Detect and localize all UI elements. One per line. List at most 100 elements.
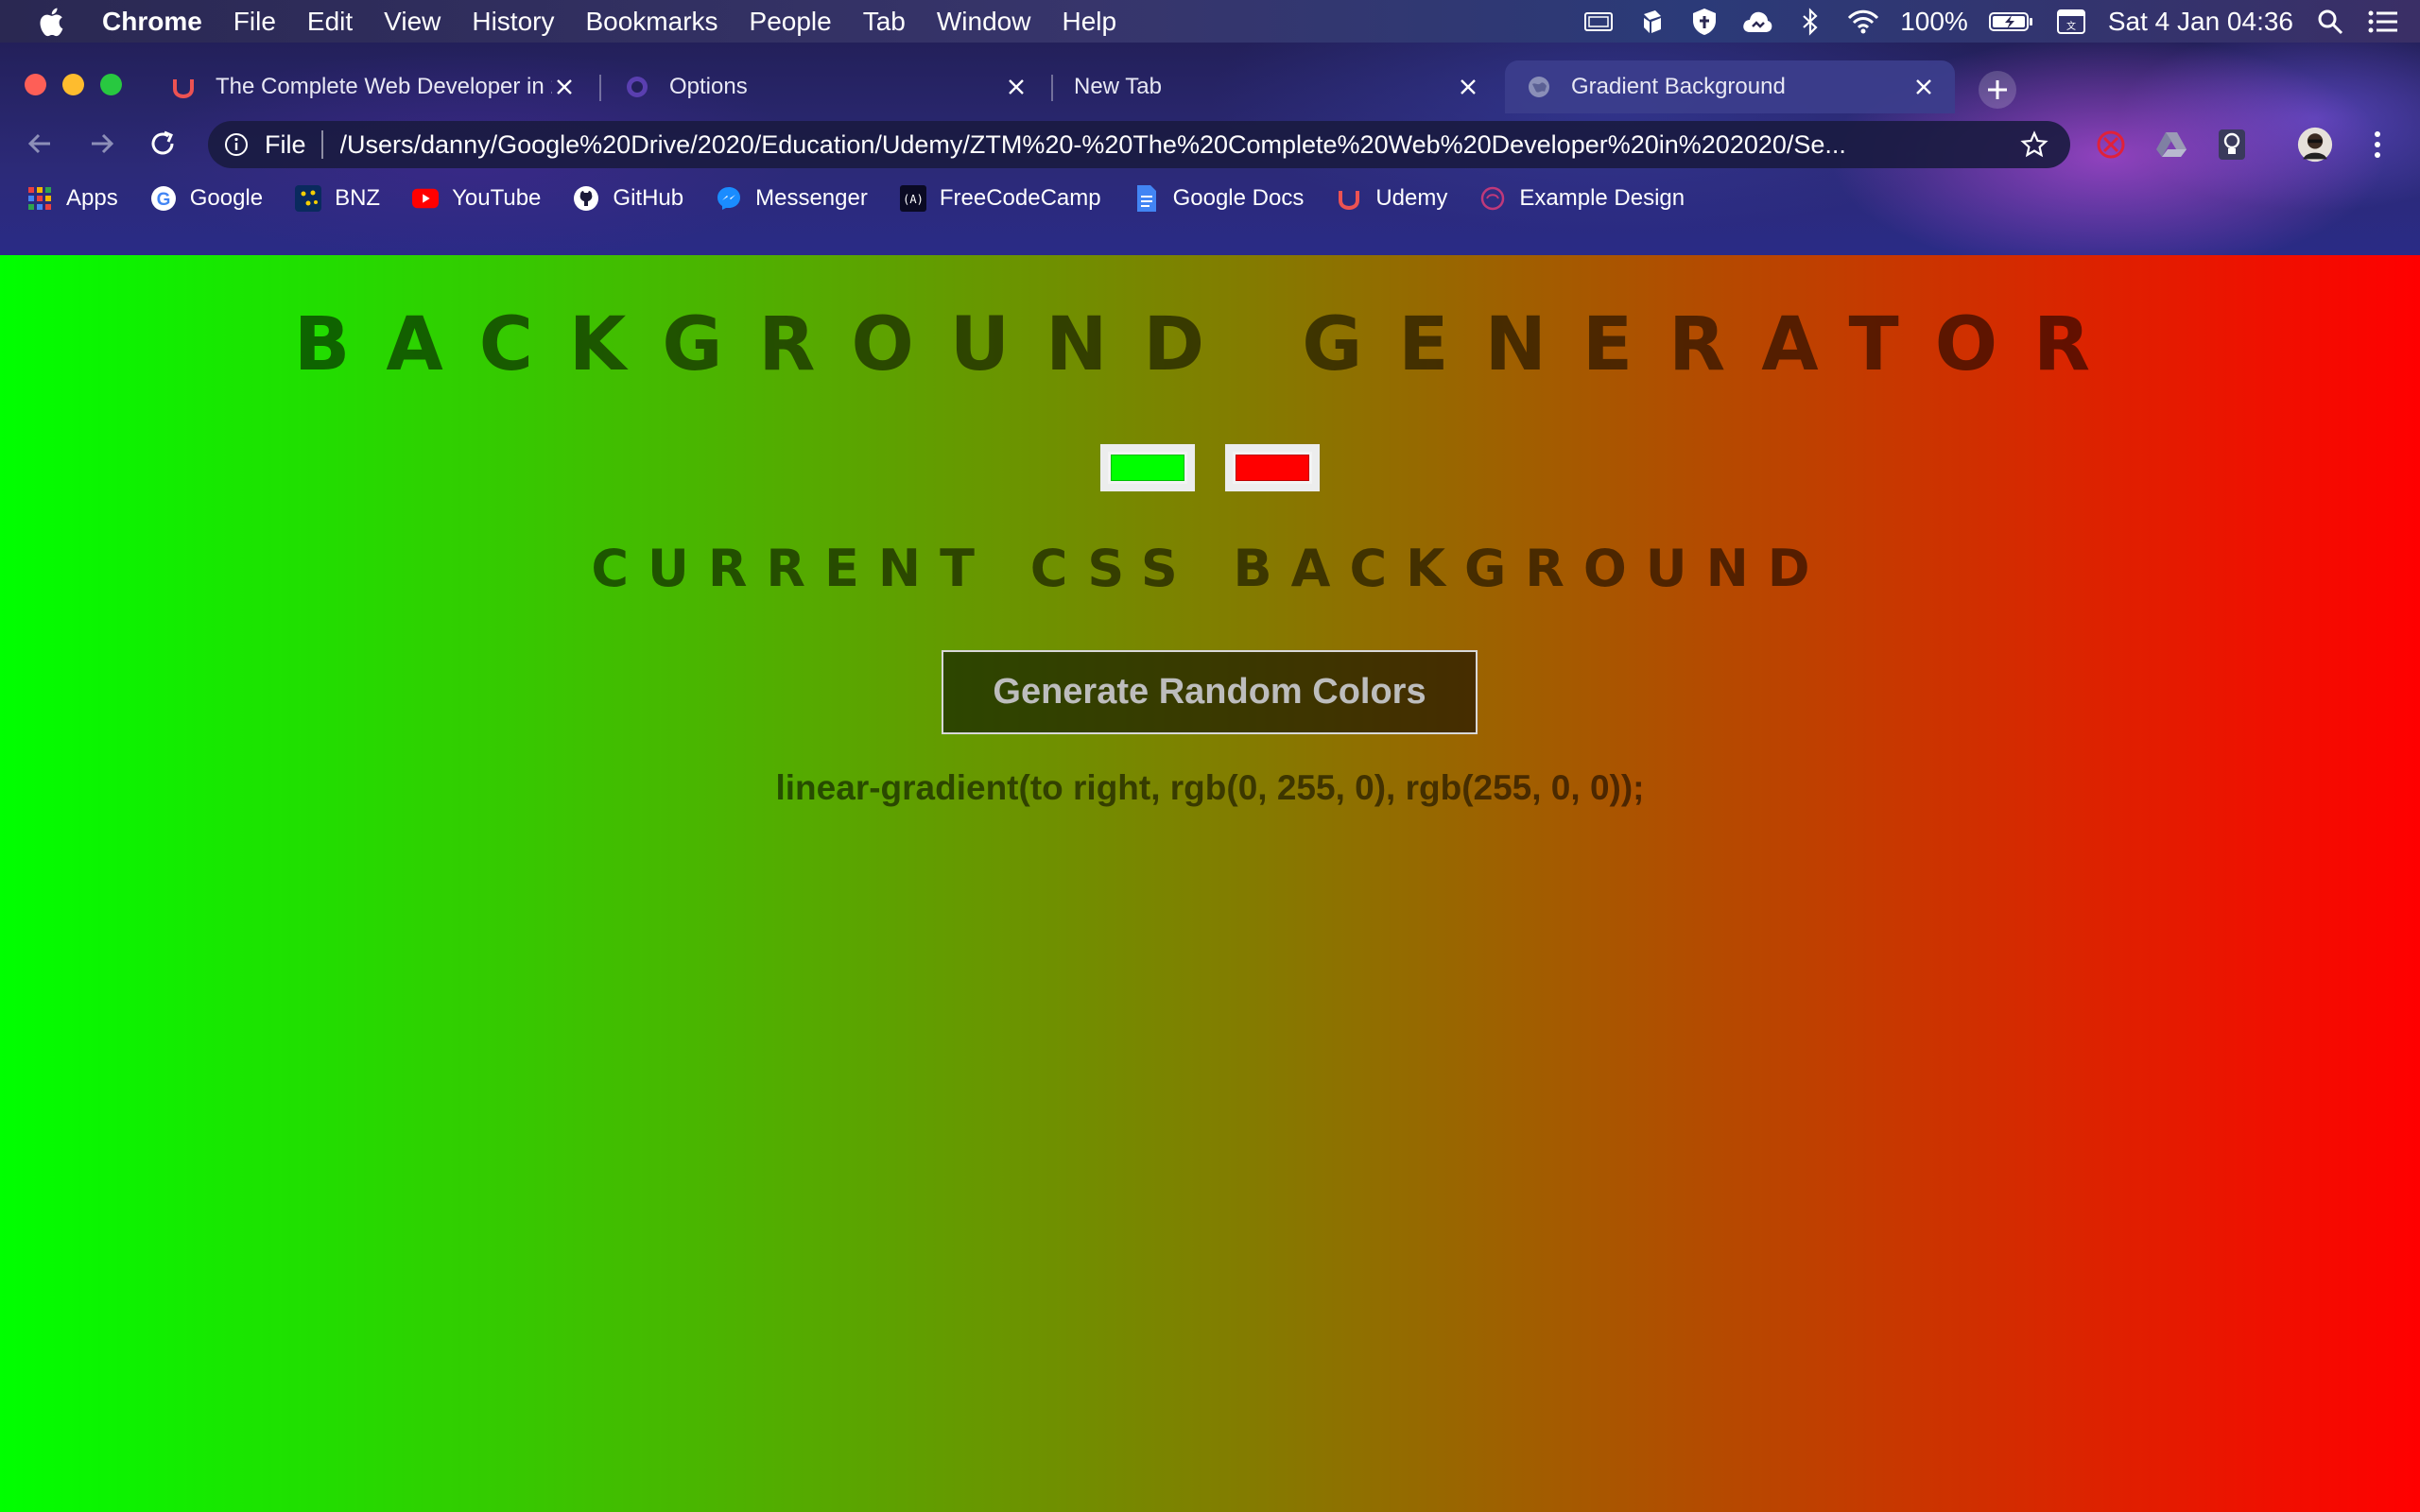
creative-cloud-icon[interactable] (1741, 8, 1773, 36)
maximize-window-button[interactable] (100, 74, 122, 95)
minimize-window-button[interactable] (62, 74, 84, 95)
bookmark-label: Messenger (755, 185, 868, 211)
apps-grid-icon (26, 185, 53, 212)
youtube-icon (412, 185, 440, 212)
bookmark-messenger[interactable]: Messenger (716, 185, 868, 212)
google-drive-icon[interactable] (2153, 127, 2189, 163)
page-content: BACKGROUND GENERATOR CURRENT CSS BACKGRO… (0, 255, 2420, 1512)
tab-udemy-course[interactable]: The Complete Web Developer in 2020 (151, 60, 596, 113)
generate-random-colors-button[interactable]: Generate Random Colors (942, 650, 1478, 734)
sidecar-icon[interactable] (1582, 8, 1615, 36)
current-css-heading: CURRENT CSS BACKGROUND (591, 539, 1829, 598)
lightbulb-extension-icon[interactable] (2214, 127, 2250, 163)
browser-toolbar: File /Users/danny/Google%20Drive/2020/Ed… (0, 113, 2420, 175)
bookmark-google-docs[interactable]: Google Docs (1133, 185, 1305, 212)
udemy-icon (170, 74, 197, 100)
more-menu-icon[interactable] (2360, 127, 2395, 163)
blocked-extension-icon[interactable] (2093, 127, 2129, 163)
url-text[interactable]: /Users/danny/Google%20Drive/2020/Educati… (340, 130, 2017, 160)
profile-avatar[interactable] (2297, 127, 2333, 163)
browser-frame: The Complete Web Developer in 2020 Optio… (0, 43, 2420, 255)
google-docs-icon (1133, 185, 1160, 212)
bookmark-label: Google (189, 185, 264, 211)
tab-title: New Tab (1074, 74, 1162, 99)
plus-icon (1988, 80, 2007, 99)
menu-file[interactable]: File (233, 7, 276, 37)
url-scheme: File (265, 129, 306, 159)
tab-new-tab[interactable]: New Tab (1055, 60, 1499, 113)
close-tab-icon[interactable] (552, 75, 577, 99)
notification-center-icon[interactable] (2367, 8, 2399, 36)
bookmark-freecodecamp[interactable]: (A) FreeCodeCamp (899, 185, 1101, 212)
bookmark-github[interactable]: GitHub (573, 185, 683, 212)
apple-icon[interactable] (36, 5, 70, 39)
tab-title: Gradient Background (1571, 74, 1786, 99)
menu-view[interactable]: View (384, 7, 441, 37)
menu-edit[interactable]: Edit (307, 7, 353, 37)
new-tab-button[interactable] (1979, 71, 2016, 109)
github-icon (573, 185, 599, 212)
tab-separator (599, 75, 601, 101)
svg-text:G: G (156, 190, 170, 210)
address-bar[interactable]: File /Users/danny/Google%20Drive/2020/Ed… (208, 121, 2070, 168)
bookmark-apps[interactable]: Apps (26, 185, 118, 212)
menu-history[interactable]: History (472, 7, 554, 37)
bookmark-bnz[interactable]: BNZ (295, 185, 380, 212)
menu-bookmarks[interactable]: Bookmarks (585, 7, 717, 37)
bookmark-label: BNZ (335, 185, 381, 211)
bookmark-google[interactable]: G Google (150, 185, 263, 212)
globe-icon (1526, 74, 1552, 100)
menu-tab[interactable]: Tab (863, 7, 906, 37)
menu-bar: Chrome File Edit View History Bookmarks … (0, 0, 2420, 43)
bookmark-label: Google Docs (1172, 185, 1305, 211)
menu-app-chrome[interactable]: Chrome (102, 7, 202, 37)
close-tab-icon[interactable] (1911, 75, 1936, 99)
bookmark-label: GitHub (613, 185, 684, 211)
bookmark-star-icon[interactable] (2017, 128, 2051, 162)
color-picker-1[interactable] (1100, 444, 1195, 491)
forward-button[interactable] (83, 125, 121, 163)
menu-help[interactable]: Help (1062, 7, 1116, 37)
bookmarks-bar: Apps G Google BNZ YouTube GitHub Messeng… (0, 175, 2420, 222)
wifi-icon[interactable] (1847, 8, 1879, 36)
close-window-button[interactable] (25, 74, 46, 95)
css-background-output: linear-gradient(to right, rgb(0, 255, 0)… (775, 768, 1645, 807)
svg-text:(A): (A) (903, 193, 924, 206)
tab-title: Options (669, 74, 748, 99)
shield-icon[interactable] (1688, 8, 1720, 36)
info-icon[interactable] (221, 129, 251, 160)
reload-button[interactable] (144, 125, 182, 163)
language-icon[interactable]: 文 (2055, 8, 2087, 36)
close-tab-icon[interactable] (1004, 75, 1028, 99)
battery-icon[interactable] (1988, 8, 2034, 36)
bookmark-youtube[interactable]: YouTube (412, 185, 541, 212)
page-title: BACKGROUND GENERATOR (293, 302, 2127, 387)
arrow-left-icon (27, 133, 50, 154)
freecodecamp-icon: (A) (899, 185, 926, 212)
back-button[interactable] (21, 125, 59, 163)
bookmark-label: Udemy (1375, 185, 1448, 211)
tab-gradient-background[interactable]: Gradient Background (1505, 60, 1955, 113)
clock[interactable]: Sat 4 Jan 04:36 (2108, 7, 2293, 37)
color-pickers (0, 444, 2420, 491)
tab-title: The Complete Web Developer in 2020 (216, 74, 552, 99)
bookmark-udemy[interactable]: Udemy (1336, 185, 1447, 212)
bluetooth-icon[interactable] (1794, 7, 1826, 36)
menu-people[interactable]: People (750, 7, 832, 37)
bookmark-label: FreeCodeCamp (939, 185, 1101, 211)
bnz-stars-icon (295, 185, 322, 212)
tab-options[interactable]: Options (603, 60, 1047, 113)
box-sync-icon[interactable] (1635, 8, 1668, 36)
extension-icon (624, 74, 650, 100)
close-tab-icon[interactable] (1456, 75, 1480, 99)
bookmark-example-design[interactable]: Example Design (1479, 185, 1685, 212)
color-picker-2[interactable] (1225, 444, 1320, 491)
reload-icon (151, 130, 174, 155)
menu-window[interactable]: Window (937, 7, 1031, 37)
url-divider (320, 130, 323, 159)
spotlight-search-icon[interactable] (2314, 8, 2346, 36)
bookmark-label: Example Design (1519, 185, 1685, 211)
udemy-icon (1336, 185, 1362, 212)
bookmark-label: YouTube (452, 185, 542, 211)
example-design-icon (1479, 185, 1506, 212)
